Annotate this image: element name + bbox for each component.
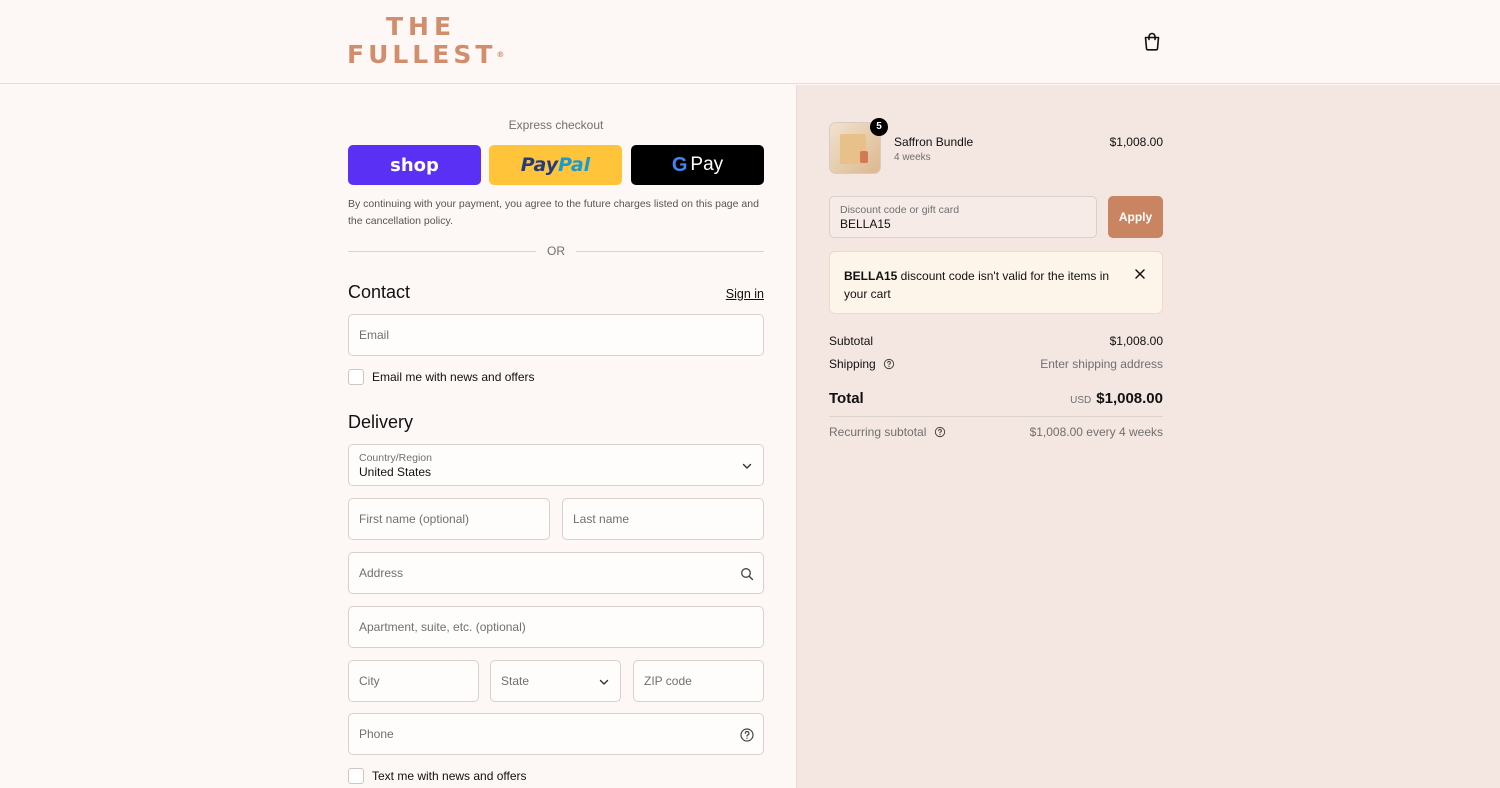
last-name-placeholder: Last name bbox=[573, 512, 630, 526]
divider-line-right bbox=[576, 251, 764, 252]
chevron-down-icon bbox=[599, 679, 609, 685]
email-offers-checkbox[interactable] bbox=[348, 369, 364, 385]
discount-code-field[interactable]: Discount code or gift card BELLA15 bbox=[829, 196, 1097, 238]
google-pay-button[interactable]: G Pay bbox=[631, 145, 764, 185]
email-offers-label: Email me with news and offers bbox=[372, 370, 535, 384]
apartment-field[interactable]: Apartment, suite, etc. (optional) bbox=[348, 606, 764, 648]
paypal-label-2: Pal bbox=[558, 154, 591, 176]
recurring-row: Recurring subtotal $1,008.00 every 4 wee… bbox=[829, 425, 1163, 439]
phone-field[interactable]: Phone bbox=[348, 713, 764, 755]
total-currency: USD bbox=[1070, 395, 1092, 406]
text-offers-label: Text me with news and offers bbox=[372, 769, 527, 783]
summary-divider bbox=[829, 416, 1163, 417]
logo-line-2: FULLEST® bbox=[347, 40, 505, 69]
logo-line-1: THE bbox=[386, 12, 457, 41]
first-name-field[interactable]: First name (optional) bbox=[348, 498, 550, 540]
cart-button[interactable] bbox=[1141, 30, 1163, 52]
total-row: Total USD $1,008.00 bbox=[829, 390, 1163, 410]
text-offers-row[interactable]: Text me with news and offers bbox=[348, 768, 527, 784]
total-value: $1,008.00 bbox=[1096, 390, 1163, 407]
or-divider: OR bbox=[348, 243, 764, 259]
country-value: United States bbox=[359, 465, 432, 479]
email-field[interactable]: Email bbox=[348, 314, 764, 356]
subtotal-value: $1,008.00 bbox=[1109, 334, 1163, 348]
help-icon[interactable] bbox=[739, 727, 755, 743]
express-checkout-title: Express checkout bbox=[508, 118, 604, 132]
product-cup-graphic bbox=[860, 151, 868, 163]
divider-line-left bbox=[348, 251, 536, 252]
chevron-down-icon bbox=[742, 463, 752, 469]
shipping-label: Shipping bbox=[829, 357, 876, 371]
google-pay-label: Pay bbox=[690, 154, 724, 175]
state-select[interactable]: State bbox=[490, 660, 621, 702]
apartment-placeholder: Apartment, suite, etc. (optional) bbox=[359, 620, 526, 634]
paypal-button[interactable]: Pay Pal bbox=[489, 145, 622, 185]
city-field[interactable]: City bbox=[348, 660, 479, 702]
sign-in-link[interactable]: Sign in bbox=[720, 287, 764, 301]
alert-message: BELLA15 discount code isn't valid for th… bbox=[844, 267, 1114, 303]
product-frequency: 4 weeks bbox=[894, 152, 931, 163]
order-summary-panel: 5 Saffron Bundle 4 weeks $1,008.00 Disco… bbox=[796, 85, 1500, 788]
text-offers-checkbox[interactable] bbox=[348, 768, 364, 784]
header: THE FULLEST® bbox=[0, 0, 1500, 84]
country-label: Country/Region bbox=[359, 452, 432, 464]
zip-field[interactable]: ZIP code bbox=[633, 660, 764, 702]
recurring-label: Recurring subtotal bbox=[829, 425, 927, 439]
recurring-value: $1,008.00 every 4 weeks bbox=[1029, 425, 1163, 439]
zip-placeholder: ZIP code bbox=[644, 674, 692, 688]
shipping-value: Enter shipping address bbox=[1040, 357, 1163, 371]
subtotal-label: Subtotal bbox=[829, 334, 874, 348]
quantity-badge: 5 bbox=[870, 118, 888, 136]
first-name-placeholder: First name (optional) bbox=[359, 512, 470, 526]
address-placeholder: Address bbox=[359, 566, 404, 580]
shipping-row: Shipping Enter shipping address bbox=[829, 357, 1163, 371]
shopping-bag-icon bbox=[1144, 32, 1160, 51]
state-placeholder: State bbox=[501, 674, 530, 688]
email-placeholder: Email bbox=[359, 328, 390, 342]
product-price: $1,008.00 bbox=[1109, 135, 1163, 149]
checkout-form-panel: Express checkout shop Pay Pal G Pay By con… bbox=[0, 85, 796, 788]
email-offers-row[interactable]: Email me with news and offers bbox=[348, 369, 535, 385]
or-label: OR bbox=[547, 244, 565, 258]
total-label: Total bbox=[829, 390, 864, 407]
city-placeholder: City bbox=[359, 674, 380, 688]
alert-code: BELLA15 bbox=[844, 269, 898, 283]
address-field[interactable]: Address bbox=[348, 552, 764, 594]
contact-heading: Contact bbox=[348, 282, 411, 302]
shop-pay-button[interactable]: shop bbox=[348, 145, 481, 185]
apply-button[interactable]: Apply bbox=[1108, 196, 1163, 238]
discount-value: BELLA15 bbox=[840, 217, 891, 231]
help-icon[interactable] bbox=[883, 358, 895, 370]
country-select[interactable]: Country/Region United States bbox=[348, 444, 764, 486]
delivery-heading: Delivery bbox=[348, 412, 414, 432]
subtotal-row: Subtotal $1,008.00 bbox=[829, 334, 1163, 348]
paypal-label-1: Pay bbox=[520, 154, 559, 176]
close-icon[interactable] bbox=[1132, 266, 1148, 282]
help-icon[interactable] bbox=[934, 426, 946, 438]
discount-label: Discount code or gift card bbox=[840, 204, 960, 216]
search-icon[interactable] bbox=[739, 566, 755, 582]
discount-error-alert: BELLA15 discount code isn't valid for th… bbox=[829, 251, 1163, 314]
shop-pay-label: shop bbox=[390, 154, 439, 176]
payment-disclaimer: By continuing with your payment, you agr… bbox=[348, 198, 759, 227]
last-name-field[interactable]: Last name bbox=[562, 498, 764, 540]
phone-placeholder: Phone bbox=[359, 727, 394, 741]
google-g-icon: G bbox=[671, 153, 688, 176]
